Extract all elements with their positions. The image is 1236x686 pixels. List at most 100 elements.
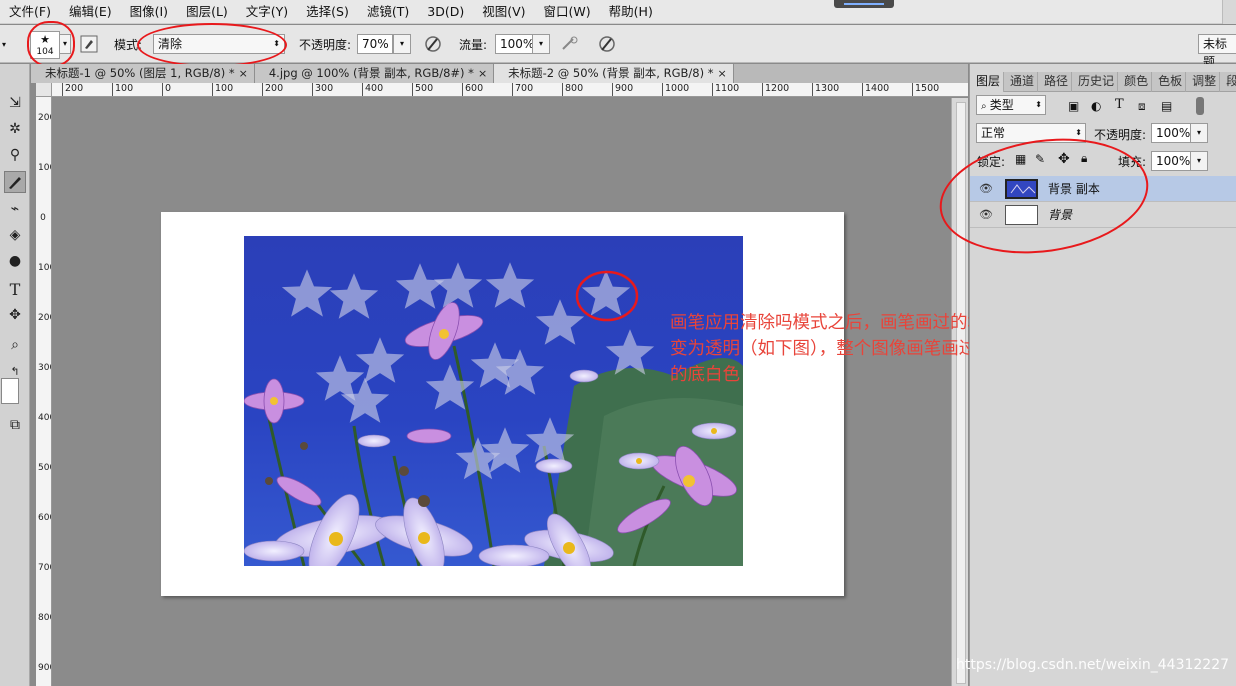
- layer-row-background-copy[interactable]: 👁︎ 背景 副本: [970, 176, 1236, 202]
- search-icon: ⌕: [981, 101, 990, 112]
- brush-tool-icon[interactable]: [4, 171, 26, 193]
- ruler-tick: 600: [38, 513, 51, 523]
- fill-input[interactable]: 100%: [1151, 151, 1191, 171]
- menu-image[interactable]: 图像(I): [121, 0, 177, 24]
- blend-mode-value: 正常: [981, 126, 1006, 140]
- horizontal-ruler[interactable]: 200 100 0 100 200 300 400 500 600 700 80…: [52, 83, 968, 97]
- filter-pixel-icon[interactable]: ▣: [1068, 99, 1079, 113]
- burn-tool-icon[interactable]: ●: [4, 250, 26, 272]
- brush-preset-dropdown[interactable]: ▾: [59, 34, 71, 54]
- ruler-tick: 200: [262, 83, 283, 96]
- blend-mode-select[interactable]: 正常 ⬍: [976, 123, 1086, 143]
- tool-preset-arrow[interactable]: ▾: [2, 25, 6, 63]
- ruler-tick: 600: [462, 83, 483, 96]
- type-tool-icon[interactable]: T: [4, 278, 26, 300]
- move-icon[interactable]: ✥: [1058, 151, 1070, 167]
- doc-tab-3[interactable]: 未标题-2 @ 50% (背景 副本, RGB/8) * ×: [494, 64, 734, 83]
- doc-tab-1[interactable]: 未标题-1 @ 50% (图层 1, RGB/8) * ×: [31, 64, 255, 83]
- layer-opacity-input[interactable]: 100%: [1151, 123, 1191, 143]
- opacity-label: 不透明度:: [299, 37, 352, 52]
- menu-select[interactable]: 选择(S): [297, 0, 358, 24]
- menu-view[interactable]: 视图(V): [473, 0, 534, 24]
- paint-bucket-tool-icon[interactable]: ◈: [4, 224, 26, 246]
- lock-label: 锁定:: [977, 155, 1006, 169]
- filter-toggle-icon[interactable]: [1196, 97, 1204, 115]
- menu-file[interactable]: 文件(F): [0, 0, 60, 24]
- layer-row-background[interactable]: 👁︎ 背景: [970, 202, 1236, 228]
- fill-dropdown[interactable]: ▾: [1190, 151, 1208, 171]
- opacity-input[interactable]: 70%: [357, 34, 393, 54]
- filter-smart-object-icon[interactable]: ▤: [1161, 99, 1172, 113]
- window-grip[interactable]: [834, 0, 894, 8]
- filter-type-icon[interactable]: T: [1115, 97, 1124, 112]
- ruler-tick: 1000: [662, 83, 689, 96]
- tablet-pressure-icon[interactable]: [596, 33, 618, 55]
- menu-edit[interactable]: 编辑(E): [60, 0, 121, 24]
- ruler-tick: 1300: [812, 83, 839, 96]
- eyedropper-tool-icon[interactable]: ⚲: [4, 144, 26, 166]
- menu-help[interactable]: 帮助(H): [600, 0, 662, 24]
- filter-adjustment-icon[interactable]: ◐: [1091, 99, 1101, 113]
- vertical-ruler[interactable]: 200 100 0 100 200 300 400 500 600 700 80…: [36, 97, 52, 686]
- menu-filter[interactable]: 滤镜(T): [358, 0, 418, 24]
- ruler-tick: 200: [38, 313, 51, 323]
- menu-3d[interactable]: 3D(D): [418, 0, 473, 24]
- layer-filter-select[interactable]: ⌕ 类型 ⬍: [976, 95, 1046, 115]
- ruler-tick: 300: [38, 363, 51, 373]
- brush-panel-toggle-icon[interactable]: [78, 33, 100, 55]
- workspace-switcher[interactable]: 未标题: [1198, 34, 1236, 69]
- tab-layers[interactable]: 图层: [970, 72, 1005, 92]
- foreground-color-swatch[interactable]: [1, 378, 19, 404]
- doc-tab-2[interactable]: 4.jpg @ 100% (背景 副本, RGB/8#) * ×: [254, 64, 495, 83]
- lock-image-icon[interactable]: ✎: [1035, 152, 1045, 166]
- filter-shape-icon[interactable]: ⧈: [1138, 99, 1146, 114]
- tab-paragraph[interactable]: 段落: [1220, 72, 1236, 92]
- opacity-dropdown[interactable]: ▾: [393, 34, 411, 54]
- ruler-tick: 1100: [712, 83, 739, 96]
- flower-photo-layer[interactable]: [244, 236, 743, 566]
- lock-transparent-icon[interactable]: ▦: [1015, 152, 1026, 166]
- ruler-tick: 400: [362, 83, 383, 96]
- screen-mode-icon[interactable]: ⧉: [4, 414, 26, 436]
- tab-swatches[interactable]: 色板: [1152, 72, 1187, 92]
- eye-icon[interactable]: 👁︎: [978, 208, 994, 222]
- mode-select[interactable]: 清除 ⬍: [153, 34, 285, 54]
- ruler-tick: 400: [38, 413, 51, 423]
- quick-selection-tool-icon[interactable]: ✲: [4, 118, 26, 140]
- ruler-tick: 1200: [762, 83, 789, 96]
- vertical-scrollbar[interactable]: [951, 98, 968, 686]
- tab-channels[interactable]: 通道: [1004, 72, 1039, 92]
- flow-dropdown[interactable]: ▾: [532, 34, 550, 54]
- layer-thumbnail: [1005, 179, 1038, 199]
- brush-preset-picker[interactable]: ★ 104: [30, 31, 60, 59]
- airbrush-flow-icon[interactable]: [559, 33, 581, 55]
- zoom-tool-icon[interactable]: ⌕: [4, 334, 26, 356]
- menu-layer[interactable]: 图层(L): [177, 0, 237, 24]
- airbrush-pressure-icon[interactable]: [422, 33, 444, 55]
- ruler-tick: 100: [112, 83, 133, 96]
- close-icon[interactable]: ×: [478, 67, 487, 80]
- filter-type-value: 类型: [989, 98, 1014, 112]
- move-tool-icon[interactable]: ⇲: [4, 92, 26, 114]
- window-control[interactable]: [1222, 0, 1236, 24]
- menu-window[interactable]: 窗口(W): [535, 0, 600, 24]
- ruler-origin[interactable]: [36, 83, 52, 97]
- flow-input[interactable]: 100%: [495, 34, 534, 54]
- blend-mode-row: 正常 ⬍ 不透明度: 100% ▾: [970, 121, 1236, 147]
- toolbox: ⇲ ✲ ⚲ ⌁ ◈ ● T ✥ ⌕ ↰ ⧉: [0, 64, 30, 686]
- document-tab-bar: 未标题-1 @ 50% (图层 1, RGB/8) * × 4.jpg @ 100…: [31, 64, 968, 83]
- layer-opacity-dropdown[interactable]: ▾: [1190, 123, 1208, 143]
- ruler-tick: 0: [162, 83, 171, 96]
- tab-paths[interactable]: 路径: [1038, 72, 1073, 92]
- menu-type[interactable]: 文字(Y): [237, 0, 297, 24]
- lock-icon[interactable]: 🔒︎: [1081, 151, 1087, 166]
- tool-options-bar: ▾ ★ 104 ▾ 模式: 清除 ⬍ 不透明度: 70% ▾ 流量: 100% …: [0, 21, 1236, 69]
- eye-icon[interactable]: 👁︎: [978, 182, 994, 196]
- tab-adjustments[interactable]: 调整: [1186, 72, 1221, 92]
- close-icon[interactable]: ×: [717, 67, 726, 80]
- tab-color[interactable]: 颜色: [1118, 72, 1153, 92]
- history-brush-tool-icon[interactable]: ⌁: [4, 198, 26, 220]
- shape-tool-icon[interactable]: ✥: [4, 304, 26, 326]
- close-icon[interactable]: ×: [239, 67, 248, 80]
- tab-history[interactable]: 历史记: [1072, 72, 1119, 92]
